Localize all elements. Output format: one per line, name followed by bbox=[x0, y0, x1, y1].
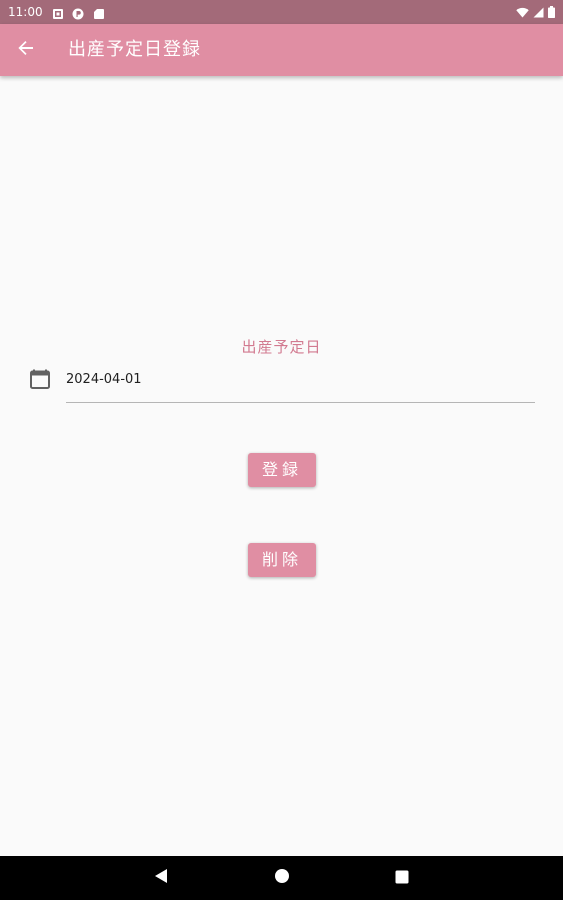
nav-back-button[interactable] bbox=[149, 866, 173, 890]
circle-p-icon bbox=[72, 5, 84, 20]
back-button[interactable] bbox=[12, 36, 40, 64]
nav-recents-button[interactable] bbox=[390, 866, 414, 890]
due-date-label: 出産予定日 bbox=[241, 338, 322, 356]
nav-home-button[interactable] bbox=[270, 866, 294, 890]
status-bar: 11:00 bbox=[0, 0, 563, 24]
wifi-icon bbox=[516, 3, 529, 22]
status-right-icons bbox=[516, 5, 555, 19]
sd-card-icon bbox=[93, 5, 105, 19]
signal-icon bbox=[533, 3, 544, 22]
navigation-bar bbox=[0, 856, 563, 900]
delete-button[interactable]: 削除 bbox=[248, 543, 316, 577]
app-bar: 出産予定日登録 bbox=[0, 24, 563, 76]
notification-icon bbox=[52, 5, 64, 19]
calendar-icon[interactable] bbox=[29, 368, 51, 390]
due-date-value: 2024-04-01 bbox=[66, 372, 142, 387]
battery-icon bbox=[548, 3, 555, 22]
home-circle-icon bbox=[274, 868, 290, 888]
back-triangle-icon bbox=[154, 868, 168, 888]
arrow-left-icon bbox=[17, 39, 35, 61]
due-date-field[interactable]: 2024-04-01 bbox=[66, 366, 535, 403]
status-time: 11:00 bbox=[8, 5, 43, 19]
page-title: 出産予定日登録 bbox=[68, 39, 201, 60]
recents-square-icon bbox=[395, 869, 409, 888]
screen: 11:00 出産予定日登録 出産予定日 2024-04-01 登録 削除 bbox=[0, 0, 563, 900]
register-button[interactable]: 登録 bbox=[248, 453, 316, 487]
